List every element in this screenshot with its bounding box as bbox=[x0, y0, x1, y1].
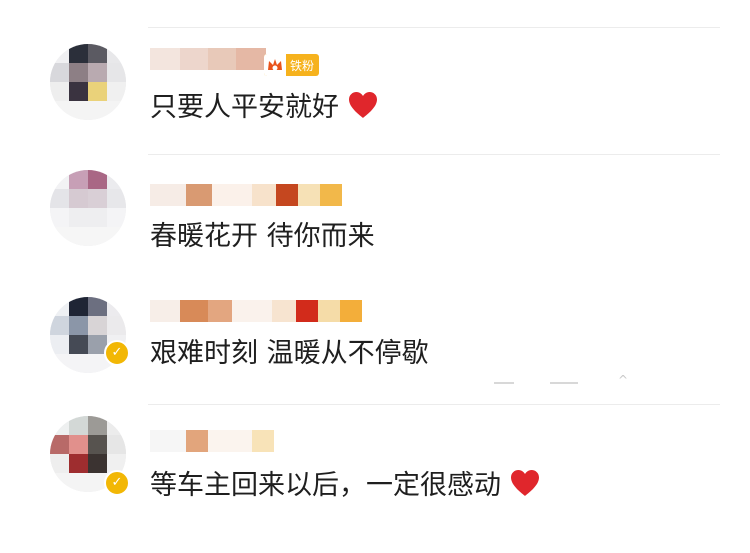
verified-badge-icon: ✓ bbox=[104, 470, 130, 496]
heart-icon bbox=[511, 469, 539, 496]
avatar[interactable] bbox=[50, 170, 126, 246]
divider-top bbox=[148, 27, 720, 28]
comment-text-content: 春暖花开 待你而来 bbox=[150, 220, 375, 252]
username-blurred[interactable] bbox=[150, 48, 266, 70]
comment-text: 春暖花开 待你而来 bbox=[150, 213, 375, 253]
comment-text: 只要人平安就好 bbox=[150, 84, 379, 124]
verified-badge-icon: ✓ bbox=[104, 340, 130, 366]
fan-badge: 铁粉 bbox=[264, 54, 320, 76]
comment-text-content: 艰难时刻 温暖从不停歇 bbox=[150, 337, 429, 369]
avatar[interactable] bbox=[50, 44, 126, 120]
comment-text-content: 等车主回来以后，一定很感动 bbox=[150, 469, 501, 501]
faint-background-marks: ^ bbox=[494, 374, 628, 390]
username-blurred[interactable] bbox=[150, 184, 342, 206]
username-blurred[interactable] bbox=[150, 430, 274, 452]
divider bbox=[148, 404, 720, 405]
comment-text: 等车主回来以后，一定很感动 bbox=[150, 462, 541, 502]
divider bbox=[148, 154, 720, 155]
heart-icon bbox=[349, 91, 377, 118]
fan-crown-icon bbox=[264, 54, 286, 76]
comment-text: 艰难时刻 温暖从不停歇 bbox=[150, 330, 429, 370]
comment-text-content: 只要人平安就好 bbox=[150, 91, 339, 123]
username-blurred[interactable] bbox=[150, 300, 362, 322]
fan-badge-label: 铁粉 bbox=[290, 58, 315, 73]
